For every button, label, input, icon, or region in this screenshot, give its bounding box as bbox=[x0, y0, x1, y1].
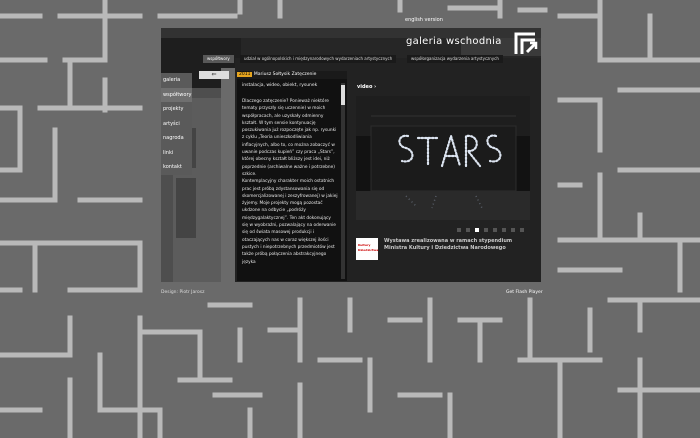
article-panel: 2011 Mariusz Sołtysik Zatęczenie instala… bbox=[237, 71, 347, 281]
side-menu: galeria współtwory projekty artyści nagr… bbox=[161, 73, 192, 175]
tab-wspoltwory[interactable]: współtwory bbox=[203, 55, 234, 63]
video-dot[interactable] bbox=[457, 228, 461, 232]
article-tags: instalacja, wideo, obiekt, rysunek bbox=[242, 83, 318, 88]
article-author: Mariusz Sołtysik bbox=[253, 72, 291, 77]
menu-item-nagroda[interactable]: nagroda bbox=[161, 131, 192, 146]
article-scrollbar[interactable] bbox=[341, 83, 345, 279]
tab-co-organization[interactable]: współorganizacja wydarzenia artystycznyc… bbox=[407, 55, 503, 63]
get-flash-player-link[interactable]: Get Flash Player bbox=[506, 290, 543, 295]
article-body: Dlaczego zatęczenie? Ponieważ niektóre t… bbox=[242, 98, 338, 266]
video-dot[interactable] bbox=[511, 228, 515, 232]
menu-item-artysci[interactable]: artyści bbox=[161, 117, 192, 132]
main-panel: galeria wschodnia współtwory udział w og… bbox=[161, 28, 541, 282]
video-dot[interactable] bbox=[520, 228, 524, 232]
menu-item-linki[interactable]: linki bbox=[161, 146, 192, 161]
tab-international-events[interactable]: udział w ogólnopolskich i międzynarodowy… bbox=[240, 55, 397, 63]
menu-item-wspoltwory[interactable]: współtwory bbox=[161, 87, 192, 102]
scroll-thumb[interactable] bbox=[341, 85, 345, 105]
menu-item-galeria[interactable]: galeria bbox=[161, 73, 192, 88]
video-dot[interactable] bbox=[502, 228, 506, 232]
back-arrow-icon[interactable]: ⇐ bbox=[199, 71, 229, 79]
video-dot-active[interactable] bbox=[475, 228, 479, 232]
article-header: 2011 Mariusz Sołtysik Zatęczenie bbox=[237, 71, 347, 79]
video-label[interactable]: video › bbox=[357, 84, 376, 90]
video-still-stars bbox=[356, 96, 530, 220]
video-pagination bbox=[457, 228, 529, 233]
design-credit[interactable]: Design: Piotr Jarosz bbox=[161, 290, 204, 295]
menu-item-projekty[interactable]: projekty bbox=[161, 102, 192, 117]
video-dot[interactable] bbox=[466, 228, 470, 232]
article-paragraph: Dlaczego zatęczenie? Ponieważ niektóre t… bbox=[242, 99, 337, 177]
gallery-logo-text[interactable]: galeria wschodnia bbox=[406, 36, 502, 47]
menu-item-kontakt[interactable]: kontakt bbox=[161, 160, 192, 175]
article-paragraph: Kontemplacyjny charakter moich ostatnich… bbox=[242, 179, 338, 265]
ministry-logo-line: Kultury bbox=[358, 243, 371, 247]
video-dot[interactable] bbox=[493, 228, 497, 232]
logo-arrow-icon[interactable] bbox=[513, 30, 539, 56]
sponsor-text: Wystawa zrealizowana w ramach stypendium… bbox=[384, 238, 513, 251]
video-player[interactable] bbox=[356, 96, 530, 220]
english-version-link[interactable]: english version bbox=[405, 17, 443, 23]
video-dot[interactable] bbox=[484, 228, 488, 232]
year-badge: 2011 bbox=[237, 72, 253, 77]
ministry-logo: Kultury Dziedzictwa bbox=[356, 238, 378, 260]
article-title: Zatęczenie bbox=[291, 72, 317, 77]
ministry-logo-line: Dziedzictwa bbox=[358, 248, 379, 252]
